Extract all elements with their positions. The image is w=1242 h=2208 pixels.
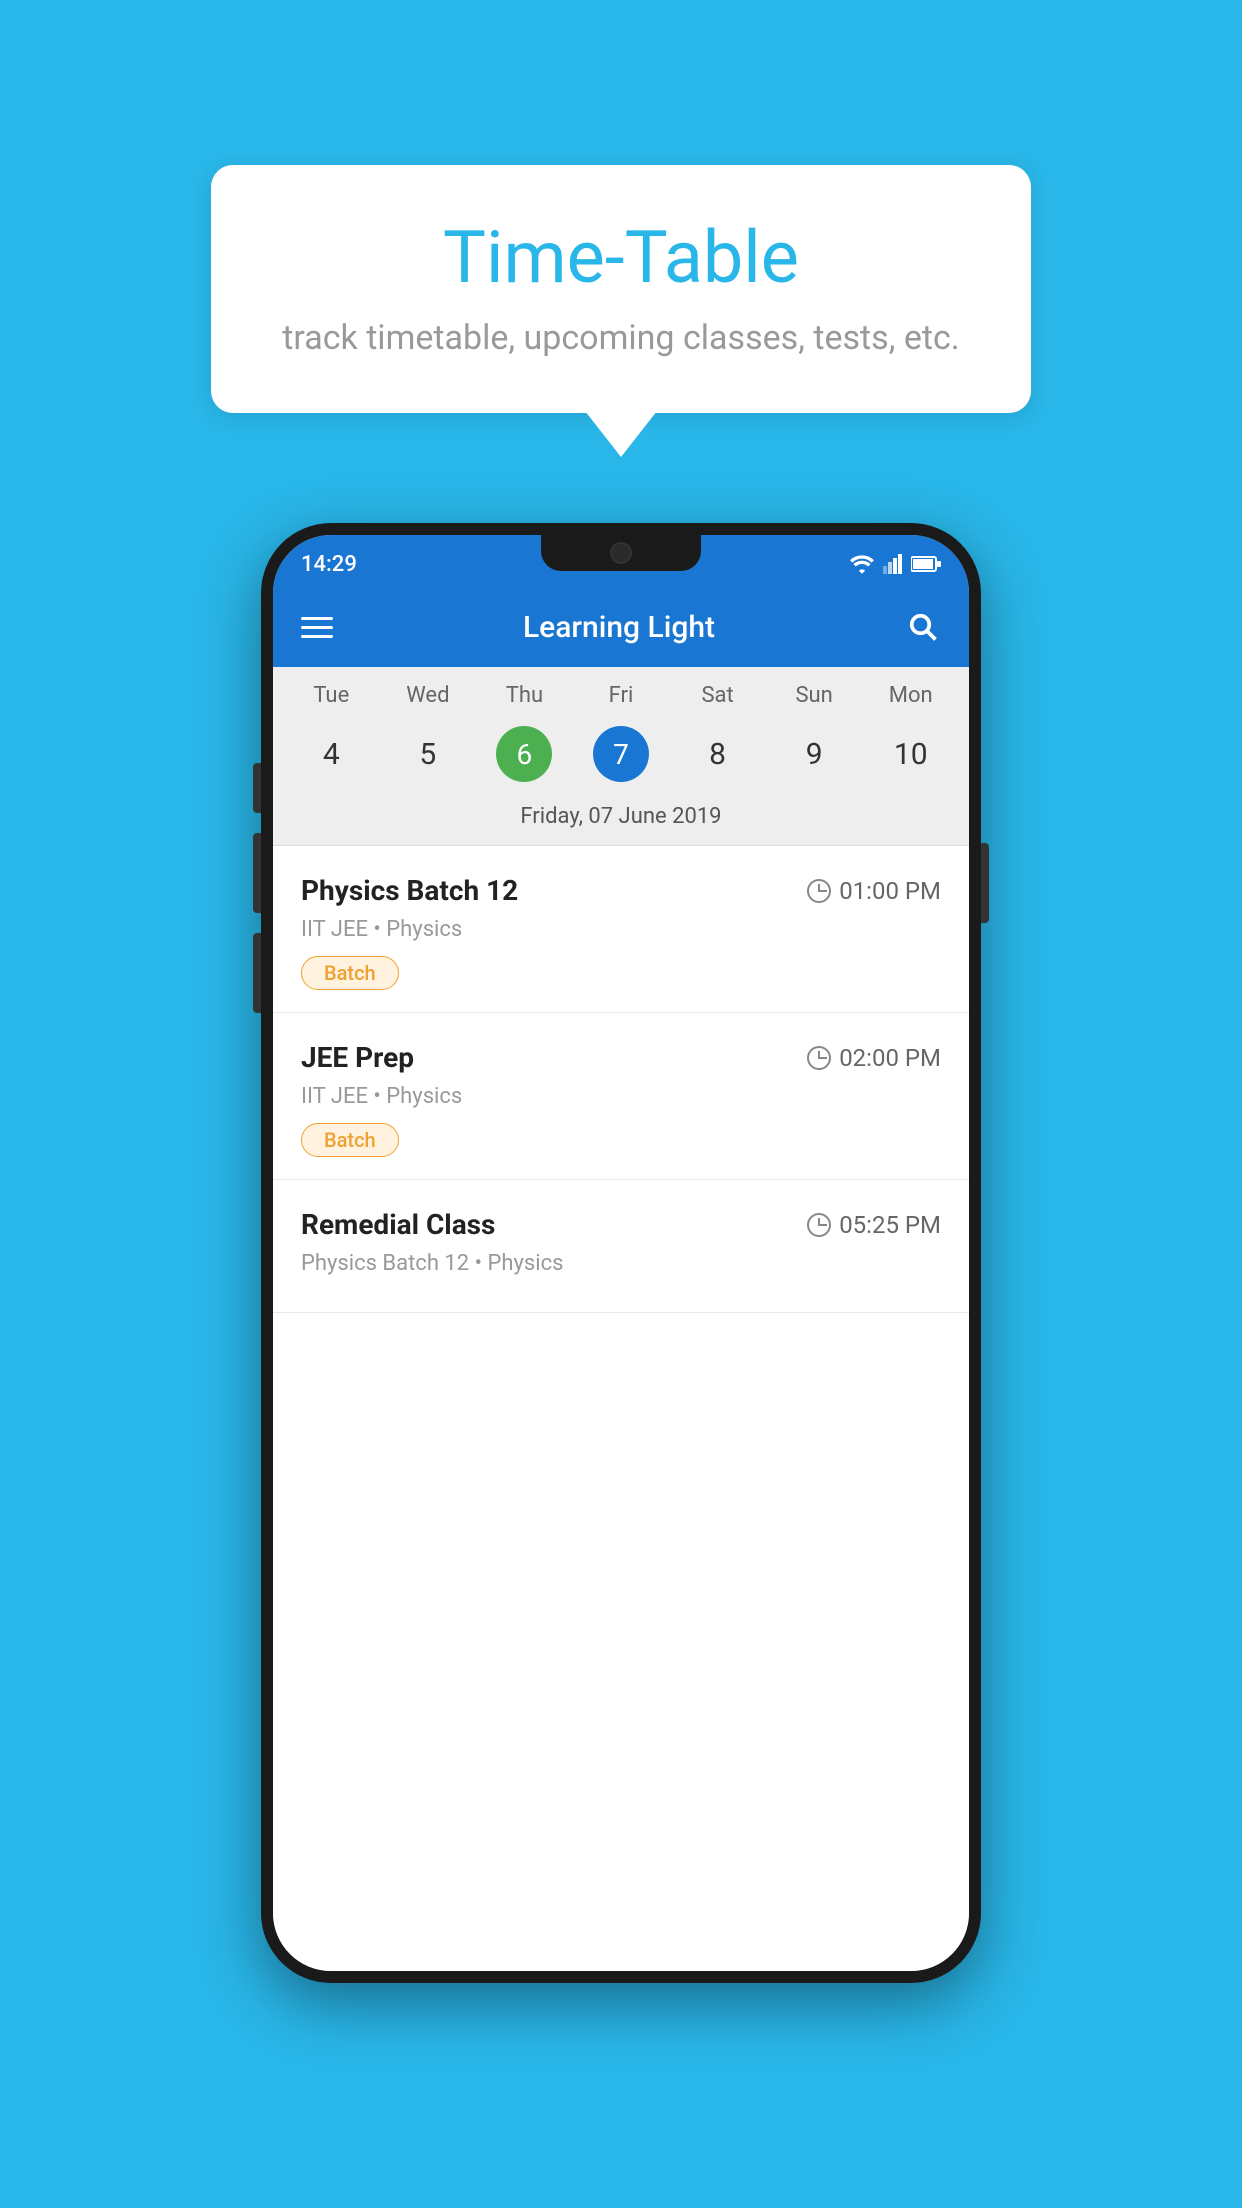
schedule-item-2-header: JEE Prep 02:00 PM [301,1041,941,1074]
app-title: Learning Light [357,610,881,645]
hamburger-line-2 [301,626,333,629]
schedule-item-2-time: 02:00 PM [807,1044,941,1072]
phone-screen: 14:29 [273,535,969,1971]
days-numbers: 4 5 6 7 8 9 10 [273,718,969,796]
app-bar: Learning Light [273,587,969,667]
status-time: 14:29 [301,552,357,577]
search-icon [908,612,938,642]
day-thu: Thu [476,683,573,718]
day-sat: Sat [669,683,766,718]
day-mon: Mon [862,683,959,718]
day-fri: Fri [573,683,670,718]
selected-date-label: Friday, 07 June 2019 [273,796,969,846]
side-button-right [981,843,989,923]
date-4[interactable]: 4 [283,726,380,782]
schedule-item-2-time-text: 02:00 PM [839,1044,941,1072]
clock-icon-1 [807,879,831,903]
search-button[interactable] [905,609,941,645]
schedule-item-3-header: Remedial Class 05:25 PM [301,1208,941,1241]
days-header: Tue Wed Thu Fri Sat Sun Mon [273,683,969,718]
date-10[interactable]: 10 [862,726,959,782]
schedule-list: Physics Batch 12 01:00 PM IIT JEE • Phys… [273,846,969,1971]
day-wed: Wed [380,683,477,718]
side-button-left-3 [253,933,261,1013]
schedule-item-3-time: 05:25 PM [807,1211,941,1239]
schedule-item-1[interactable]: Physics Batch 12 01:00 PM IIT JEE • Phys… [273,846,969,1013]
schedule-item-3-subtitle: Physics Batch 12 • Physics [301,1251,941,1276]
batch-tag-1: Batch [301,956,399,990]
schedule-item-1-time: 01:00 PM [807,877,941,905]
hamburger-line-1 [301,617,333,620]
schedule-item-1-header: Physics Batch 12 01:00 PM [301,874,941,907]
phone-camera [610,542,632,564]
batch-tag-2: Batch [301,1123,399,1157]
bubble-title: Time-Table [271,215,971,300]
battery-icon [911,556,941,572]
schedule-item-1-time-text: 01:00 PM [839,877,941,905]
date-8[interactable]: 8 [669,726,766,782]
calendar-strip: Tue Wed Thu Fri Sat Sun Mon 4 5 6 7 8 9 … [273,667,969,846]
status-icons [849,554,941,574]
schedule-item-1-subtitle: IIT JEE • Physics [301,917,941,942]
hamburger-icon[interactable] [301,617,333,638]
schedule-item-2-subtitle: IIT JEE • Physics [301,1084,941,1109]
signal-icon [883,554,903,574]
schedule-item-3[interactable]: Remedial Class 05:25 PM Physics Batch 12… [273,1180,969,1313]
hamburger-line-3 [301,635,333,638]
side-button-left-1 [253,763,261,813]
speech-bubble: Time-Table track timetable, upcoming cla… [211,165,1031,413]
date-5[interactable]: 5 [380,726,477,782]
date-7-selected[interactable]: 7 [593,726,649,782]
phone-notch [541,535,701,571]
date-9[interactable]: 9 [766,726,863,782]
day-tue: Tue [283,683,380,718]
clock-icon-2 [807,1046,831,1070]
side-button-left-2 [253,833,261,913]
clock-icon-3 [807,1213,831,1237]
schedule-item-2[interactable]: JEE Prep 02:00 PM IIT JEE • Physics Batc… [273,1013,969,1180]
day-sun: Sun [766,683,863,718]
phone-frame: 14:29 [261,523,981,1983]
schedule-item-2-title: JEE Prep [301,1041,414,1074]
schedule-item-3-time-text: 05:25 PM [839,1211,941,1239]
wifi-icon [849,554,875,574]
phone-container: 14:29 [261,523,981,1983]
date-6-today[interactable]: 6 [496,726,552,782]
bubble-subtitle: track timetable, upcoming classes, tests… [271,318,971,358]
schedule-item-3-title: Remedial Class [301,1208,495,1241]
speech-bubble-container: Time-Table track timetable, upcoming cla… [211,165,1031,413]
schedule-item-1-title: Physics Batch 12 [301,874,518,907]
